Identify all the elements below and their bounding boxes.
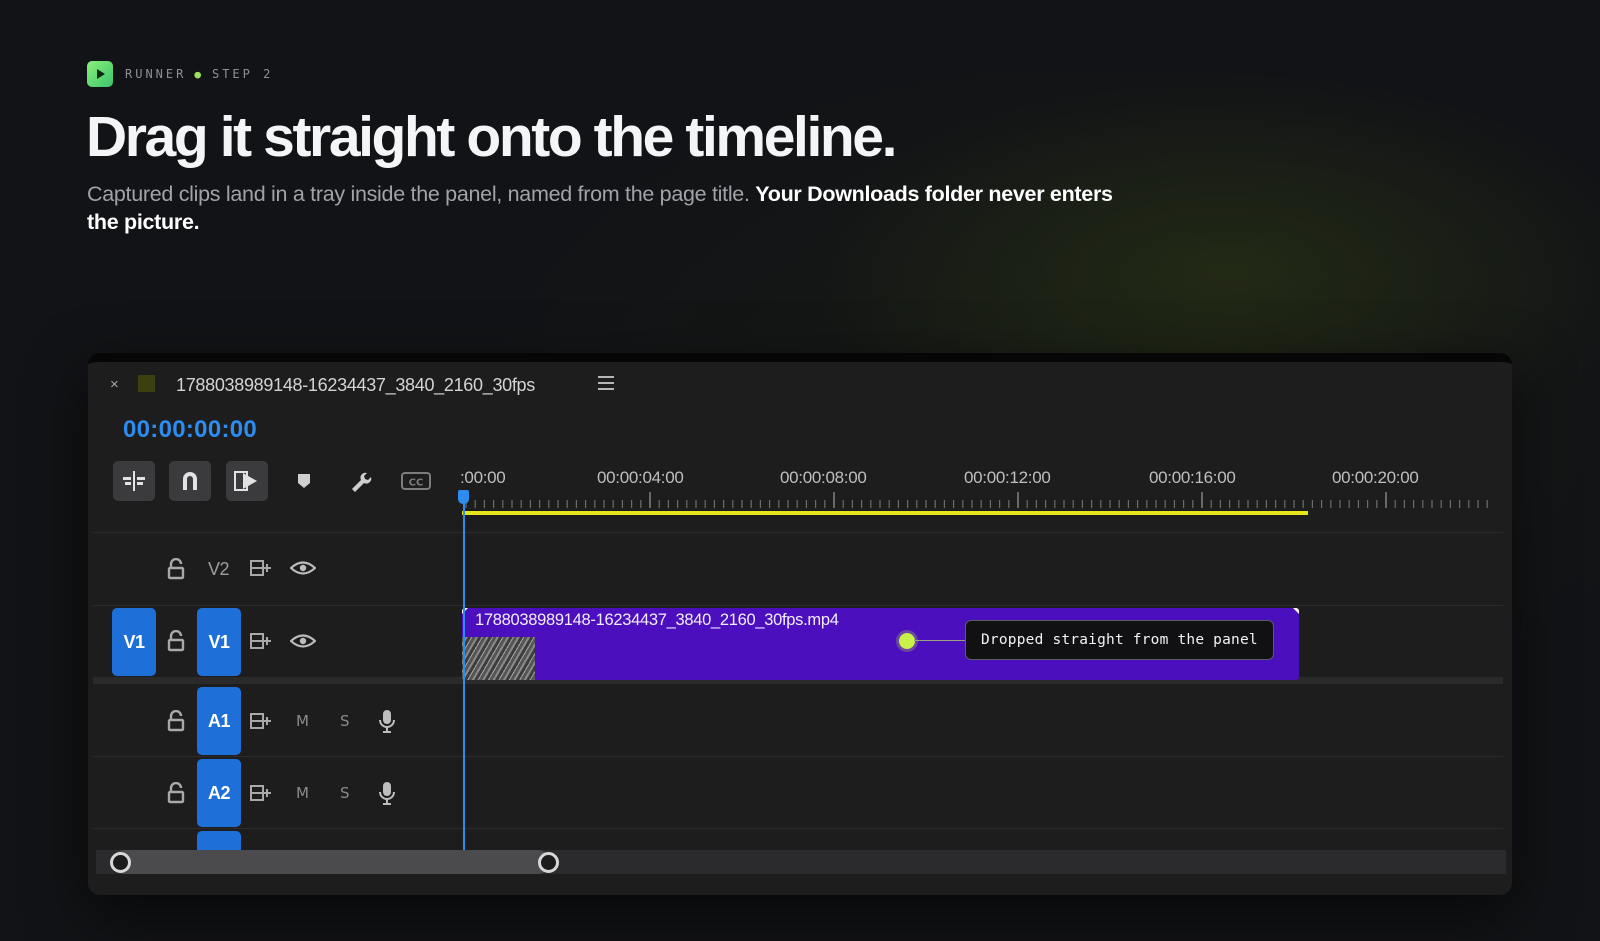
callout-label: Dropped straight from the panel <box>965 620 1274 660</box>
mute-button[interactable]: M <box>296 712 309 730</box>
zoom-handle-right[interactable] <box>538 852 559 873</box>
lock-icon[interactable] <box>166 710 186 732</box>
svg-text:CC: CC <box>409 478 424 489</box>
timeline-panel: × 1788038989148-16234437_3840_2160_30fps… <box>88 353 1512 895</box>
zoom-scrollbar-thumb[interactable] <box>112 850 550 874</box>
playhead-line[interactable] <box>463 502 465 852</box>
linked-selection-icon[interactable] <box>226 461 268 501</box>
ruler-label: 00:00:04:00 <box>597 468 684 487</box>
track-label-v2[interactable]: V2 <box>208 559 230 580</box>
lock-icon[interactable] <box>166 558 186 580</box>
clip-thumbnail <box>462 637 535 680</box>
separator-dot-icon: ● <box>194 67 204 81</box>
mute-button[interactable]: M <box>296 784 309 802</box>
sequence-name: 1788038989148-16234437_3840_2160_30fps <box>176 375 535 395</box>
sync-lock-icon[interactable] <box>249 559 273 577</box>
microphone-icon[interactable] <box>377 780 397 806</box>
eyebrow: RUNNER ● STEP 2 <box>87 61 273 87</box>
callout-dot <box>899 633 915 649</box>
sync-lock-icon[interactable] <box>249 784 273 802</box>
ruler-label: 00:00:16:00 <box>1149 468 1236 487</box>
ruler-label: 00:00:12:00 <box>964 468 1051 487</box>
wrench-icon[interactable] <box>344 461 378 501</box>
hamburger-menu-icon[interactable] <box>598 376 614 390</box>
sequence-color-swatch <box>138 375 155 392</box>
insert-edit-icon[interactable] <box>113 461 155 501</box>
step-label: STEP 2 <box>211 67 274 81</box>
microphone-icon[interactable] <box>377 708 397 734</box>
lock-icon[interactable] <box>166 782 186 804</box>
add-marker-icon[interactable] <box>287 461 321 501</box>
track-target-v1[interactable]: V1 <box>197 608 241 676</box>
time-ruler-labels: :00:00 00:00:04:00 00:00:08:00 00:00:12:… <box>460 468 1502 488</box>
page-title: Drag it straight onto the timeline. <box>86 105 897 169</box>
ruler-label: :00:00 <box>460 468 506 487</box>
lock-icon[interactable] <box>166 630 186 652</box>
solo-button[interactable]: S <box>340 712 350 730</box>
source-patch-v1[interactable]: V1 <box>112 608 156 676</box>
ruler-label: 00:00:08:00 <box>780 468 867 487</box>
sequence-tab[interactable]: × 1788038989148-16234437_3840_2160_30fps <box>88 362 1512 408</box>
callout-connector <box>914 640 966 641</box>
brand-label: RUNNER <box>125 67 187 81</box>
snap-magnet-icon[interactable] <box>169 461 211 501</box>
sync-lock-icon[interactable] <box>249 632 273 650</box>
close-icon[interactable]: × <box>110 376 119 393</box>
eye-icon[interactable] <box>290 560 316 576</box>
time-ruler[interactable] <box>462 492 1502 512</box>
work-area-bar[interactable] <box>462 511 1308 515</box>
ruler-label: 00:00:20:00 <box>1332 468 1419 487</box>
captions-icon[interactable]: CC <box>399 461 433 501</box>
playhead-handle[interactable] <box>458 490 469 504</box>
eye-icon[interactable] <box>290 633 316 649</box>
sync-lock-icon[interactable] <box>249 712 273 730</box>
solo-button[interactable]: S <box>340 784 350 802</box>
subtitle-plain: Captured clips land in a tray inside the… <box>87 182 756 206</box>
zoom-handle-left[interactable] <box>110 852 131 873</box>
clip-name: 1788038989148-16234437_3840_2160_30fps.m… <box>475 611 839 629</box>
playhead-timecode[interactable]: 00:00:00:00 <box>123 416 257 444</box>
runner-logo-icon <box>87 61 113 87</box>
page-subtitle: Captured clips land in a tray inside the… <box>87 180 1147 236</box>
track-target-a1[interactable]: A1 <box>197 687 241 755</box>
track-target-a2[interactable]: A2 <box>197 759 241 827</box>
